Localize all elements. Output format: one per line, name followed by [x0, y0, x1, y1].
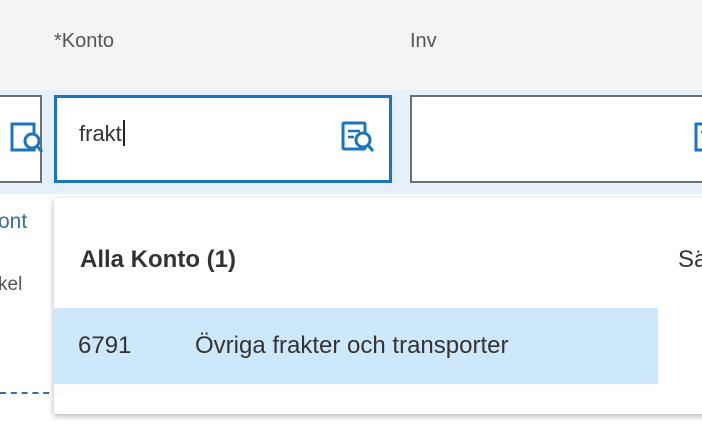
column-header-row: *Konto Inv	[0, 0, 702, 90]
konto-search-input[interactable]: frakt	[54, 95, 392, 183]
previous-field[interactable]	[0, 95, 44, 183]
dropdown-option[interactable]: 6791 Övriga frakter och transporter	[54, 308, 658, 384]
konto-input-value: frakt	[79, 121, 122, 146]
option-name: Övriga frakter och transporter	[195, 332, 509, 359]
inv-input[interactable]	[410, 95, 702, 183]
konto-lookup-icon[interactable]	[341, 120, 375, 154]
background-sub-text: kel	[0, 274, 23, 295]
dropdown-second-column-header: Sä	[678, 246, 702, 273]
option-code: 6791	[78, 332, 132, 359]
dashed-divider	[0, 392, 60, 394]
inv-lookup-icon[interactable]	[694, 121, 702, 155]
lookup-icon[interactable]	[10, 121, 44, 155]
dropdown-header: Alla Konto (1)	[80, 246, 236, 273]
konto-column-label: *Konto	[54, 30, 115, 52]
inv-column-label: Inv	[410, 30, 437, 52]
text-caret	[122, 120, 125, 146]
background-link-text[interactable]: ont	[0, 210, 27, 234]
konto-suggestions-dropdown: Alla Konto (1) Sä 6791 Övriga frakter oc…	[54, 198, 702, 414]
